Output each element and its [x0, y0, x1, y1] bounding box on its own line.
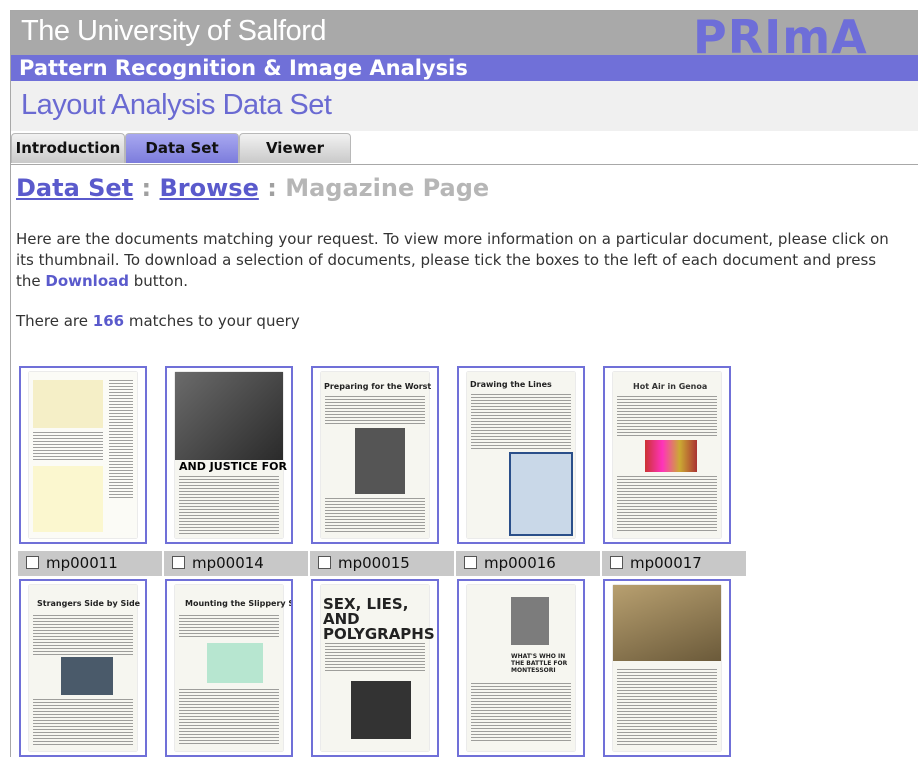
match-count: There are 166 matches to your query [16, 312, 300, 330]
document-id: mp00016 [484, 554, 556, 572]
text-block [33, 432, 103, 462]
photo-block [645, 440, 697, 472]
document-thumbnail[interactable]: WHAT'S WHO IN THE BATTLE FOR MONTESSORI [457, 579, 585, 757]
intro-text-part: the [16, 272, 46, 290]
photo-block [207, 643, 263, 683]
document-label: mp00015 [310, 551, 454, 576]
figure-block [33, 466, 103, 532]
breadcrumb: Data Set : Browse : Magazine Page [16, 174, 489, 202]
document-thumbnail[interactable]: SEX, LIES, AND POLYGRAPHS [311, 579, 439, 757]
breadcrumb-browse-link[interactable]: Browse [160, 174, 259, 202]
text-block [325, 396, 425, 426]
subtitle-bar: Pattern Recognition & Image Analysis [11, 55, 918, 81]
document-id: mp00015 [338, 554, 410, 572]
select-checkbox[interactable] [318, 556, 331, 569]
article-heading: Preparing for the Worst [324, 382, 432, 391]
text-block [179, 615, 279, 639]
tab-introduction[interactable]: Introduction [11, 133, 125, 163]
page-preview: Drawing the Lines [467, 372, 575, 538]
document-thumbnail[interactable] [19, 366, 147, 544]
photo-block [61, 657, 113, 695]
tab-viewer[interactable]: Viewer [239, 133, 351, 163]
photo-block [175, 372, 283, 460]
page-preview: Hot Air in Genoa [613, 372, 721, 538]
match-number: 166 [92, 312, 125, 330]
document-label: mp00014 [164, 551, 308, 576]
text-block [109, 380, 133, 500]
tab-data-set[interactable]: Data Set [125, 133, 239, 163]
intro-line: the Download button. [16, 271, 918, 292]
download-link[interactable]: Download [45, 272, 129, 290]
document-thumbnail[interactable]: Mounting the Slippery Slope [165, 579, 293, 757]
page-preview [29, 372, 137, 538]
document-thumbnail[interactable]: Drawing the Lines [457, 366, 585, 544]
text-block [179, 476, 279, 534]
document-thumbnail[interactable]: AND JUSTICE FOR ... [165, 366, 293, 544]
document-label: mp00016 [456, 551, 600, 576]
text-block [33, 699, 133, 747]
select-checkbox[interactable] [464, 556, 477, 569]
match-text: matches to your query [124, 312, 300, 330]
section-title: Layout Analysis Data Set [21, 89, 332, 121]
page-preview: Strangers Side by Side [29, 585, 141, 751]
document-thumbnail[interactable]: Hot Air in Genoa [603, 366, 731, 544]
article-heading: WHAT'S WHO IN THE BATTLE FOR MONTESSORI [511, 653, 568, 674]
text-block [33, 615, 133, 655]
top-banner: The University of Salford PRImA [11, 10, 918, 64]
page-preview [613, 585, 721, 751]
page-preview: Preparing for the Worst [321, 372, 432, 538]
text-block [325, 643, 425, 671]
breadcrumb-separator: : [267, 174, 277, 202]
photo-block [511, 597, 549, 645]
document-id: mp00014 [192, 554, 264, 572]
photo-block [355, 428, 405, 494]
document-thumbnail[interactable]: Strangers Side by Side [19, 579, 147, 757]
select-checkbox[interactable] [172, 556, 185, 569]
page-preview: Mounting the Slippery Slope [175, 585, 291, 751]
document-thumbnail[interactable]: Preparing for the Worst [311, 366, 439, 544]
photo-block [613, 585, 721, 661]
tab-bar: Introduction Data Set Viewer [11, 131, 918, 165]
map-block [509, 452, 573, 536]
article-heading: Hot Air in Genoa [633, 382, 708, 391]
document-id: mp00017 [630, 554, 702, 572]
breadcrumb-current: Magazine Page [285, 174, 490, 202]
article-heading: Drawing the Lines [470, 380, 552, 389]
intro-line: its thumbnail. To download a selection o… [16, 251, 877, 269]
text-block [325, 498, 425, 534]
document-label: mp00017 [602, 551, 746, 576]
page-preview: SEX, LIES, AND POLYGRAPHS [321, 585, 435, 751]
select-checkbox[interactable] [610, 556, 623, 569]
article-heading: Mounting the Slippery Slope [185, 599, 291, 608]
intro-text: Here are the documents matching your req… [16, 229, 918, 292]
breadcrumb-separator: : [141, 174, 152, 202]
subtitle: Pattern Recognition & Image Analysis [19, 56, 468, 80]
intro-line: Here are the documents matching your req… [16, 230, 889, 248]
page-preview: WHAT'S WHO IN THE BATTLE FOR MONTESSORI [467, 585, 575, 751]
select-checkbox[interactable] [26, 556, 39, 569]
university-name: The University of Salford [21, 15, 327, 47]
article-heading: SEX, LIES, AND POLYGRAPHS [323, 595, 435, 643]
text-block [179, 689, 279, 745]
text-block [617, 396, 717, 436]
text-block [617, 476, 717, 532]
article-heading: Strangers Side by Side [37, 599, 141, 608]
document-thumbnail[interactable] [603, 579, 731, 757]
breadcrumb-data-set-link[interactable]: Data Set [16, 174, 133, 202]
text-block [617, 669, 717, 745]
text-block [471, 394, 571, 450]
match-text: There are [16, 312, 93, 330]
document-label: mp00011 [18, 551, 162, 576]
document-id: mp00011 [46, 554, 118, 572]
article-heading: AND JUSTICE FOR ... [179, 460, 293, 473]
section-header: Layout Analysis Data Set [11, 81, 918, 131]
intro-text-part: button. [129, 272, 189, 290]
text-block [471, 683, 571, 743]
figure-block [33, 380, 103, 428]
page-preview: AND JUSTICE FOR ... [175, 372, 291, 538]
photo-block [351, 681, 411, 739]
